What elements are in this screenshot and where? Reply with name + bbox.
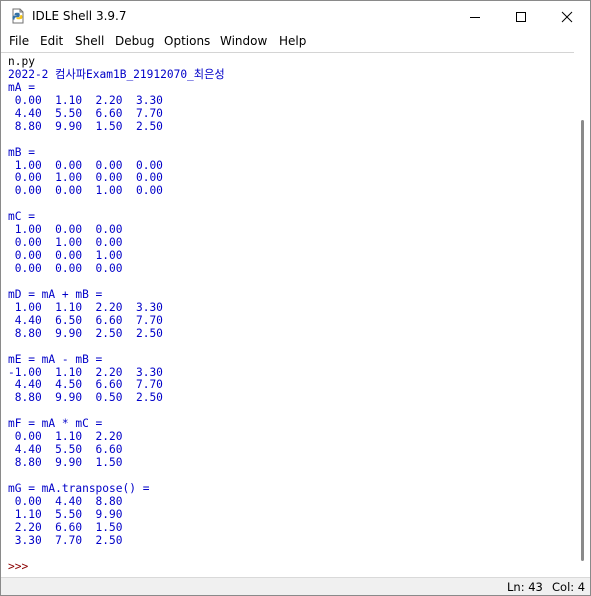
maximize-icon: [516, 11, 526, 22]
close-button[interactable]: [544, 1, 590, 32]
shell-line: mG = mA.transpose() =: [8, 481, 150, 495]
shell-line: n.py: [8, 55, 35, 68]
shell-line: 8.80 9.90 1.50 2.50: [8, 119, 163, 133]
menu-help[interactable]: Help: [279, 34, 306, 48]
shell-line: [8, 470, 568, 483]
shell-line: 0.00 0.00 1.00 0.00: [8, 184, 163, 198]
shell-line: [8, 276, 568, 289]
window-title: IDLE Shell 3.9.7: [32, 9, 127, 23]
shell-line: [8, 198, 568, 211]
shell-line: 8.80 9.90 1.50: [8, 456, 123, 470]
shell-line: mA =: [8, 80, 35, 94]
minimize-icon: [470, 16, 480, 18]
shell-line: 1.00 1.10 2.20 3.30: [8, 300, 163, 314]
close-icon: [561, 11, 573, 22]
menu-edit[interactable]: Edit: [40, 34, 63, 48]
shell-line: 8.80 9.90 2.50 2.50: [8, 326, 163, 340]
python-idle-icon: [10, 8, 26, 24]
menu-bar: File Edit Shell Debug Options Window Hel…: [1, 32, 590, 52]
idle-shell-window: IDLE Shell 3.9.7 File Edit Shell Debug O…: [0, 0, 591, 596]
shell-line: [8, 134, 568, 147]
menu-debug[interactable]: Debug: [115, 34, 154, 48]
shell-line: mB =: [8, 145, 35, 159]
shell-line: 0.00 0.00 0.00: [8, 262, 123, 275]
shell-line: mE = mA - mB =: [8, 352, 103, 366]
shell-line: mD = mA + mB =: [8, 287, 103, 301]
shell-line: 1.10 5.50 9.90: [8, 507, 123, 521]
menu-options[interactable]: Options: [164, 34, 210, 48]
title-bar[interactable]: IDLE Shell 3.9.7: [1, 1, 590, 32]
menu-shell[interactable]: Shell: [75, 34, 104, 48]
status-column-number: Col: 4: [552, 580, 586, 594]
shell-line: 2022-2 컴사파Exam1B_21912070_최은성: [8, 67, 225, 81]
shell-line: 4.40 6.50 6.60 7.70: [8, 313, 163, 327]
shell-line: [8, 341, 568, 354]
shell-line: 2.20 6.60 1.50: [8, 520, 123, 534]
shell-text-area[interactable]: n.py 2022-2 컴사파Exam1B_21912070_최은성 mA = 0.…: [1, 52, 574, 577]
minimize-button[interactable]: [452, 1, 498, 32]
shell-prompt: >>>: [8, 559, 29, 573]
shell-line: 0.00 4.40 8.80: [8, 494, 123, 508]
shell-line: 4.40 5.50 6.60 7.70: [8, 106, 163, 120]
status-bar: Ln: 43 Col: 4: [1, 577, 590, 595]
shell-line: 3.30 7.70 2.50: [8, 533, 123, 547]
vertical-scrollbar[interactable]: [574, 52, 590, 577]
menu-window[interactable]: Window: [220, 34, 267, 48]
maximize-button[interactable]: [498, 1, 544, 32]
shell-line: 8.80 9.90 0.50 2.50: [8, 391, 163, 405]
scrollbar-thumb[interactable]: [581, 120, 584, 561]
menu-file[interactable]: File: [9, 34, 29, 48]
shell-line: [8, 548, 568, 561]
shell-line: 0.00 1.10 2.20 3.30: [8, 93, 163, 107]
shell-output: n.py 2022-2 컴사파Exam1B_21912070_최은성 mA = 0.…: [8, 55, 568, 574]
status-line-number: Ln: 43: [507, 580, 543, 594]
